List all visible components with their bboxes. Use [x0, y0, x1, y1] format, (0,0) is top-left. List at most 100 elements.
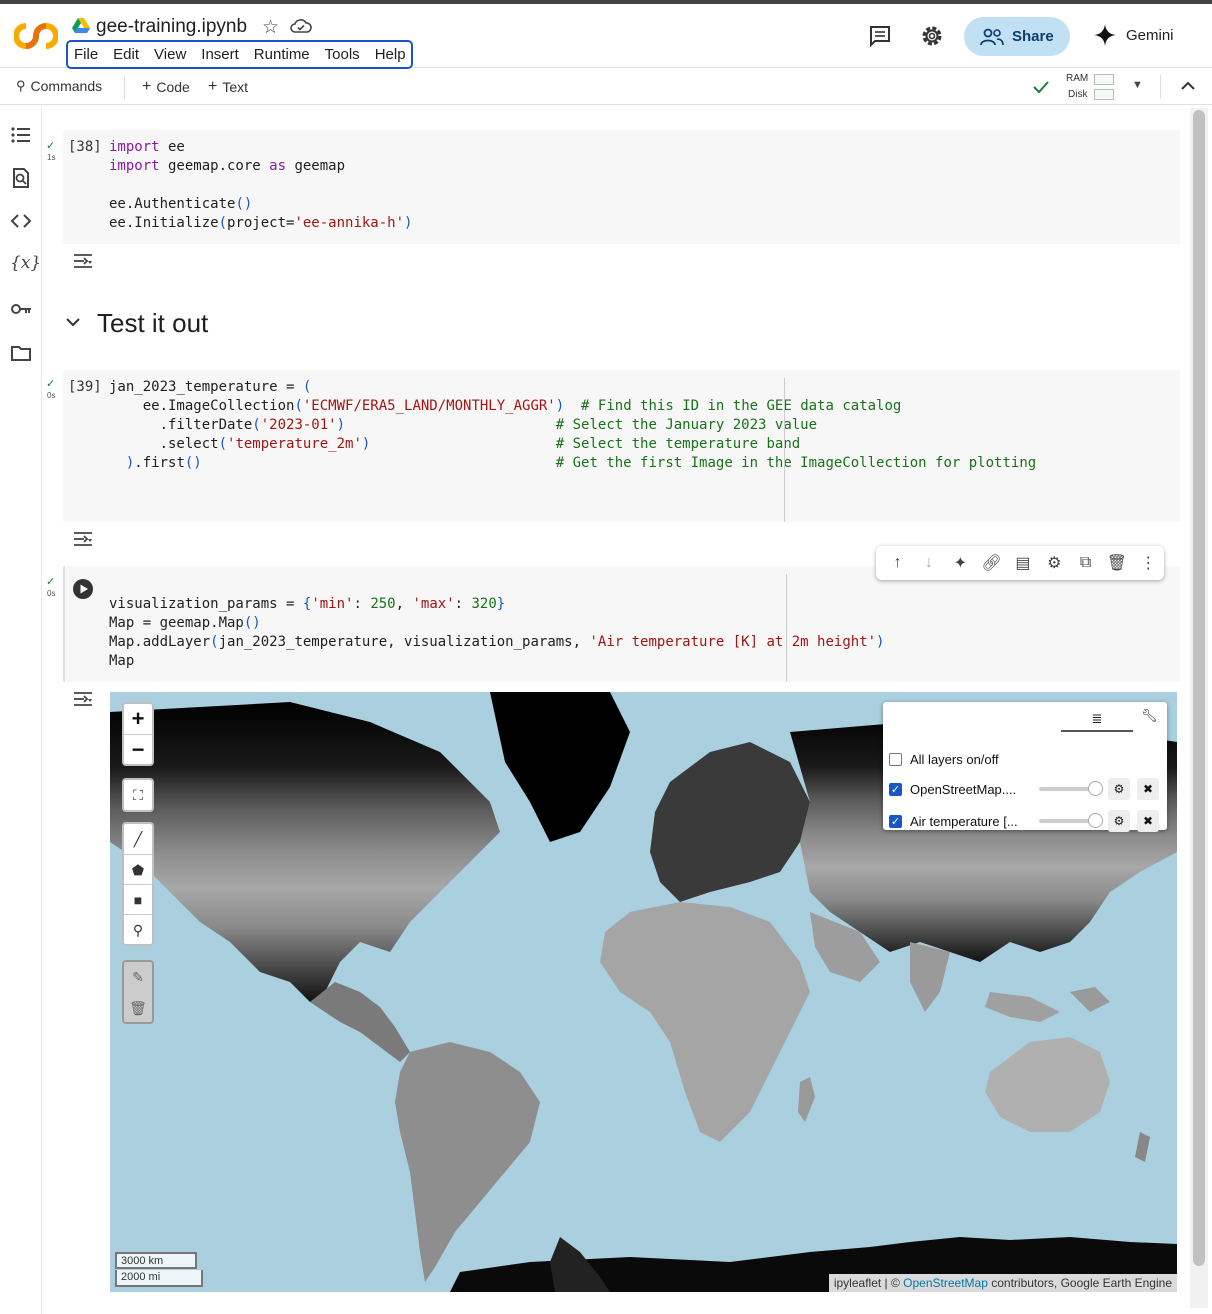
scale-bar-km: 3000 km: [115, 1252, 197, 1269]
files-folder-icon[interactable]: [10, 342, 32, 364]
scale-bar-mi: 2000 mi: [115, 1270, 203, 1287]
draw-marker-icon[interactable]: ⚲: [124, 914, 152, 944]
cell-success-check-icon: ✓: [46, 378, 56, 390]
gemini-sparkle-icon[interactable]: ✦: [945, 553, 976, 573]
menu-file[interactable]: File: [74, 46, 98, 63]
secrets-key-icon[interactable]: [10, 298, 32, 320]
table-of-contents-icon[interactable]: [10, 124, 32, 146]
mirror-cell-icon[interactable]: ⧉: [1070, 554, 1101, 572]
air-temperature-settings-gear-icon[interactable]: ⚙: [1108, 810, 1130, 832]
disk-meter[interactable]: [1094, 89, 1114, 100]
add-code-button[interactable]: + Code: [142, 78, 190, 96]
cloud-saved-icon[interactable]: [290, 17, 312, 35]
openstreetmap-opacity-knob[interactable]: [1088, 781, 1103, 796]
cell-success-check-icon: ✓: [46, 576, 56, 588]
code-editor[interactable]: visualization_params = {'min': 250, 'max…: [109, 595, 884, 671]
ram-label[interactable]: RAM: [1066, 73, 1088, 84]
code-snippets-icon[interactable]: [10, 210, 32, 232]
code-cell-temperature[interactable]: jan_2023_temperature = ( ee.ImageCollect…: [63, 370, 1180, 522]
share-button[interactable]: Share: [964, 17, 1070, 56]
delete-layers-icon[interactable]: 🗑︎: [124, 992, 152, 1022]
draw-rectangle-icon[interactable]: ■: [124, 884, 152, 914]
openstreetmap-link[interactable]: OpenStreetMap: [903, 1276, 988, 1290]
execution-count: [38]: [68, 139, 102, 155]
edit-layers-icon[interactable]: ✎: [124, 962, 152, 992]
code-editor[interactable]: import ee import geemap.core as geemap e…: [109, 138, 412, 233]
output-toggle-icon[interactable]: [72, 690, 94, 708]
menu-runtime[interactable]: Runtime: [254, 46, 310, 63]
settings-gear-icon[interactable]: [919, 23, 945, 49]
cell-toolbar: ↑ ↓ ✦ 🔗︎ ▤ ⚙ ⧉ 🗑︎ ⋮: [876, 546, 1164, 580]
draw-polyline-icon[interactable]: ╱: [124, 824, 152, 854]
run-cell-button[interactable]: [72, 578, 94, 600]
code-editor[interactable]: jan_2023_temperature = ( ee.ImageCollect…: [109, 378, 1036, 473]
variables-icon[interactable]: {x}: [10, 253, 41, 275]
commands-button[interactable]: ⚲ Commands: [16, 78, 102, 94]
find-replace-icon[interactable]: [10, 167, 32, 189]
collapse-chevron-up-icon[interactable]: [1180, 80, 1196, 92]
air-temperature-opacity-knob[interactable]: [1088, 813, 1103, 828]
zoom-in-button[interactable]: +: [124, 704, 152, 734]
draw-toolbar: ╱ ⬟ ■ ⚲: [122, 822, 154, 946]
menu-bar: File Edit View Insert Runtime Tools Help: [66, 40, 413, 69]
air-temperature-remove-close-icon[interactable]: ✖: [1137, 810, 1159, 832]
all-layers-checkbox[interactable]: [889, 752, 902, 766]
disk-label[interactable]: Disk: [1068, 89, 1087, 100]
drive-icon[interactable]: [72, 18, 90, 34]
move-down-arrow-icon[interactable]: ↓: [913, 554, 944, 572]
openstreetmap-layer-checkbox[interactable]: ✓: [889, 782, 902, 796]
ruler-line: [784, 378, 785, 522]
notebook-toolbar: ⚲ Commands + Code + Text RAM Disk ▼: [0, 69, 1212, 105]
map-widget[interactable]: + − ⛶ ╱ ⬟ ■ ⚲ ✎ 🗑︎ 3000 km 2000 mi ipyle…: [110, 692, 1177, 1292]
layer-row-air-temperature[interactable]: ✓ Air temperature [...: [889, 810, 1018, 832]
code-cell-map[interactable]: visualization_params = {'min': 250, 'max…: [63, 566, 1180, 682]
add-code-label: Code: [156, 79, 190, 95]
star-icon[interactable]: ☆: [262, 16, 279, 39]
fullscreen-icon[interactable]: ⛶: [124, 780, 152, 810]
cell-exec-time: 1s: [47, 153, 56, 162]
layers-tab-icon[interactable]: ≣: [1061, 706, 1133, 732]
ram-meter[interactable]: [1094, 74, 1114, 85]
menu-view[interactable]: View: [154, 46, 186, 63]
execution-count: [39]: [68, 379, 102, 395]
air-temperature-layer-checkbox[interactable]: ✓: [889, 814, 902, 828]
share-label: Share: [1012, 28, 1054, 45]
comment-icon[interactable]: ▤: [1007, 553, 1038, 573]
cell-success-check-icon: ✓: [46, 140, 56, 152]
move-up-arrow-icon[interactable]: ↑: [882, 554, 913, 572]
notebook-title[interactable]: gee-training.ipynb: [96, 16, 247, 38]
menu-tools[interactable]: Tools: [325, 46, 360, 63]
menu-insert[interactable]: Insert: [201, 46, 239, 63]
wrench-icon[interactable]: 🔧︎: [1141, 708, 1158, 724]
more-vert-icon[interactable]: ⋮: [1133, 553, 1164, 573]
add-text-label: Text: [222, 79, 249, 95]
link-icon[interactable]: 🔗︎: [976, 553, 1007, 573]
attribution-suffix: contributors, Google Earth Engine: [987, 1276, 1172, 1290]
settings-gear-icon[interactable]: ⚙: [1039, 553, 1070, 573]
all-layers-toggle[interactable]: All layers on/off: [889, 748, 999, 770]
air-temperature-layer-label: Air temperature [...: [910, 813, 1018, 829]
comment-icon[interactable]: [867, 23, 893, 49]
runtime-dropdown-icon[interactable]: ▼: [1132, 79, 1143, 91]
output-toggle-icon[interactable]: [72, 530, 94, 548]
openstreetmap-settings-gear-icon[interactable]: ⚙: [1108, 778, 1130, 800]
menu-edit[interactable]: Edit: [113, 46, 139, 63]
toolbar-divider: [124, 77, 125, 99]
vertical-scrollbar-thumb[interactable]: [1193, 110, 1205, 1266]
openstreetmap-remove-close-icon[interactable]: ✖: [1137, 778, 1159, 800]
fullscreen-control: ⛶: [122, 778, 154, 812]
layer-row-openstreetmap[interactable]: ✓ OpenStreetMap....: [889, 778, 1016, 800]
attribution-prefix: ipyleaflet | ©: [833, 1276, 904, 1290]
delete-trash-icon[interactable]: 🗑︎: [1101, 553, 1132, 573]
draw-polygon-icon[interactable]: ⬟: [124, 854, 152, 884]
section-collapse-chevron-icon[interactable]: [65, 316, 81, 328]
gemini-button[interactable]: Gemini: [1094, 24, 1174, 46]
colab-logo[interactable]: [14, 22, 58, 50]
plus-icon: +: [208, 78, 218, 95]
code-cell-imports[interactable]: import ee import geemap.core as geemap e…: [63, 130, 1180, 244]
menu-help[interactable]: Help: [375, 46, 406, 63]
zoom-out-button[interactable]: −: [124, 734, 152, 764]
openstreetmap-layer-label: OpenStreetMap....: [910, 781, 1017, 797]
output-toggle-icon[interactable]: [72, 252, 94, 270]
add-text-button[interactable]: + Text: [208, 78, 248, 96]
